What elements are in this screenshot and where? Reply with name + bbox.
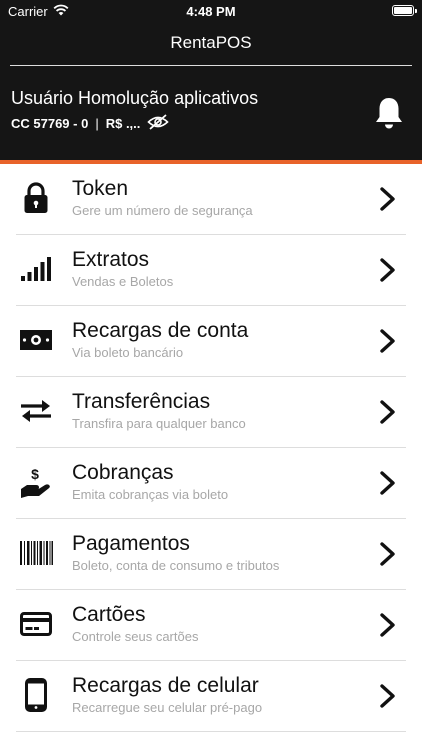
menu-item-subtitle: Vendas e Boletos bbox=[72, 274, 174, 289]
bell-icon[interactable] bbox=[373, 96, 405, 137]
chevron-right-icon bbox=[378, 328, 398, 359]
menu-item-title: Transferências bbox=[72, 390, 211, 413]
account-info: CC 57769 - 0 | R$ .,.. bbox=[11, 114, 170, 133]
mobile-phone-icon bbox=[18, 677, 54, 713]
exchange-arrows-icon bbox=[18, 393, 54, 429]
chevron-right-icon bbox=[378, 470, 398, 501]
menu-item-pagamentos[interactable]: Pagamentos Boleto, conta de consumo e tr… bbox=[0, 519, 422, 590]
credit-card-icon bbox=[18, 606, 54, 642]
menu-item-recargas-conta[interactable]: Recargas de conta Via boleto bancário bbox=[0, 306, 422, 377]
user-name: Usuário Homolução aplicativos bbox=[11, 88, 259, 108]
menu-item-title: Cartões bbox=[72, 603, 146, 626]
menu-item-title: Token bbox=[72, 177, 129, 200]
menu-item-recargas-celular[interactable]: Recargas de celular Recarregue seu celul… bbox=[0, 661, 422, 732]
battery-icon bbox=[392, 5, 417, 16]
menu-item-title: Recargas de celular bbox=[72, 674, 259, 697]
menu-item-title: Extratos bbox=[72, 248, 150, 271]
status-bar: Carrier 4:48 PM bbox=[0, 0, 422, 22]
menu-item-subtitle: Boleto, conta de consumo e tributos bbox=[72, 558, 280, 573]
barcode-icon bbox=[18, 535, 54, 571]
page-title: RentaPOS bbox=[170, 33, 252, 52]
money-bill-icon bbox=[18, 322, 54, 358]
menu-item-transferencias[interactable]: Transferências Transfira para qualquer b… bbox=[0, 377, 422, 448]
chevron-right-icon bbox=[378, 683, 398, 714]
eye-slash-icon[interactable] bbox=[147, 114, 170, 133]
menu-item-subtitle: Controle seus cartões bbox=[72, 629, 199, 644]
menu-item-cartoes[interactable]: Cartões Controle seus cartões bbox=[0, 590, 422, 661]
header-divider bbox=[10, 65, 412, 66]
menu-item-subtitle: Via boleto bancário bbox=[72, 345, 184, 360]
chevron-right-icon bbox=[378, 541, 398, 572]
menu-item-title: Recargas de conta bbox=[72, 319, 249, 342]
account-balance: R$ .,.. bbox=[105, 116, 141, 131]
menu-list: Token Gere um número de segurança Extrat… bbox=[0, 164, 422, 732]
menu-item-subtitle: Transfira para qualquer banco bbox=[72, 416, 246, 431]
menu-item-subtitle: Recarregue seu celular pré-pago bbox=[72, 700, 263, 715]
hand-dollar-icon: $ bbox=[18, 464, 54, 500]
account-number: CC 57769 - 0 bbox=[11, 116, 89, 131]
status-time: 4:48 PM bbox=[186, 4, 236, 19]
account-separator: | bbox=[95, 116, 99, 131]
menu-item-subtitle: Gere um número de segurança bbox=[72, 203, 253, 218]
chevron-right-icon bbox=[378, 186, 398, 217]
signal-bars-icon bbox=[18, 251, 54, 287]
menu-item-cobrancas[interactable]: $ Cobranças Emita cobranças via boleto bbox=[0, 448, 422, 519]
menu-item-token[interactable]: Token Gere um número de segurança bbox=[0, 164, 422, 235]
chevron-right-icon bbox=[378, 399, 398, 430]
menu-item-title: Pagamentos bbox=[72, 532, 190, 555]
menu-item-subtitle: Emita cobranças via boleto bbox=[72, 487, 229, 502]
menu-divider bbox=[16, 731, 406, 732]
menu-item-title: Cobranças bbox=[72, 461, 174, 484]
chevron-right-icon bbox=[378, 612, 398, 643]
app-header: Carrier 4:48 PM RentaPOS Usuário Homoluç… bbox=[0, 0, 422, 160]
svg-text:$: $ bbox=[31, 466, 39, 482]
chevron-right-icon bbox=[378, 257, 398, 288]
menu-item-extratos[interactable]: Extratos Vendas e Boletos bbox=[0, 235, 422, 306]
lock-icon bbox=[18, 180, 54, 216]
